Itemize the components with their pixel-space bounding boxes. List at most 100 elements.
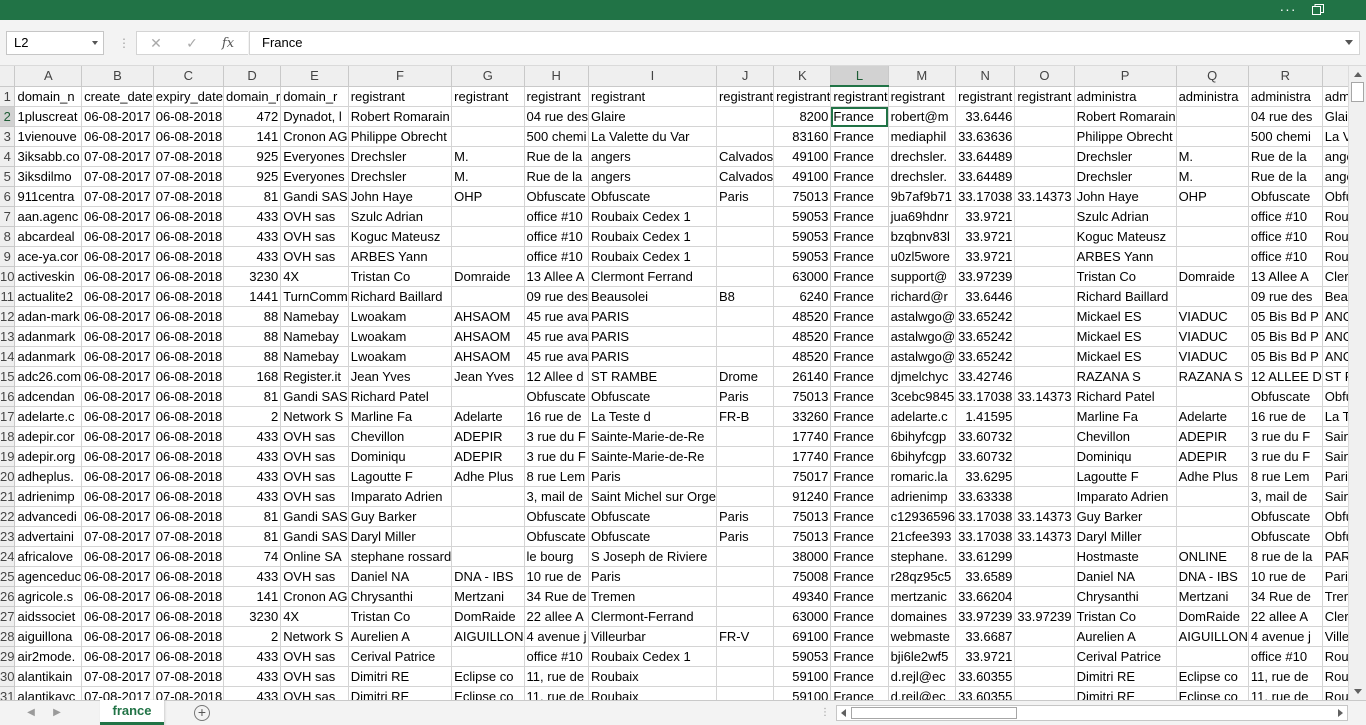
cell[interactable]: Roubaix Cedex 1 <box>1322 226 1348 247</box>
row-header[interactable]: 10 <box>0 266 16 287</box>
cell[interactable]: d.rejl@ec <box>888 686 957 700</box>
row-header[interactable]: 8 <box>0 226 16 247</box>
cell[interactable]: Sainte-Marie-de-Re <box>588 446 717 467</box>
cell[interactable]: John Haye <box>1074 186 1177 207</box>
column-header[interactable]: H <box>524 66 589 87</box>
cell[interactable]: France <box>830 506 889 527</box>
cell[interactable]: Obfuscate <box>1248 386 1323 407</box>
cell[interactable]: Paris <box>588 466 717 487</box>
cell[interactable]: 33.60355 <box>955 686 1016 700</box>
cell[interactable]: 13 Allee A <box>524 266 589 287</box>
column-header[interactable]: N <box>955 66 1016 87</box>
cell[interactable]: 8200 <box>773 106 832 127</box>
cell[interactable]: 8 rue Lem <box>1248 466 1323 487</box>
cell[interactable]: AHSAOM <box>451 326 525 347</box>
cell[interactable]: 33.9721 <box>955 646 1016 667</box>
cell[interactable] <box>1014 146 1075 167</box>
cell[interactable]: France <box>830 226 889 247</box>
cell[interactable]: Paris <box>716 506 775 527</box>
cell[interactable]: France <box>830 526 889 547</box>
cell[interactable]: Roubaix Cedex 1 <box>588 206 717 227</box>
formula-input[interactable]: France <box>249 31 1360 55</box>
cell[interactable]: Paris <box>1322 566 1348 587</box>
cell[interactable]: 06-08-2018 <box>153 446 224 467</box>
cell[interactable]: mertzanic <box>888 586 957 607</box>
row-header[interactable]: 14 <box>0 346 16 367</box>
cell[interactable]: Cronon AG <box>280 126 349 147</box>
cell[interactable]: 433 <box>223 466 282 487</box>
cell[interactable]: administra <box>1074 86 1177 107</box>
cell[interactable]: activeskin <box>14 266 83 287</box>
cell[interactable]: Richard Baillard <box>1074 286 1177 307</box>
cell[interactable]: 07-08-2018 <box>153 166 224 187</box>
cell[interactable]: Obfuscate <box>588 186 717 207</box>
cell[interactable] <box>1014 486 1075 507</box>
cell[interactable]: OVH sas <box>280 426 349 447</box>
cell[interactable]: Koguc Mateusz <box>1074 226 1177 247</box>
cell[interactable]: Gandi SAS <box>280 506 349 527</box>
sheet-tab-france[interactable]: france <box>100 700 164 725</box>
cell[interactable]: 04 rue des <box>524 106 589 127</box>
column-header[interactable]: G <box>451 66 525 87</box>
cell[interactable]: Obfuscate <box>1248 526 1323 547</box>
cell[interactable]: Dominiqu <box>348 446 453 467</box>
cell[interactable]: OHP <box>1176 186 1249 207</box>
cell[interactable]: Marline Fa <box>348 406 453 427</box>
cell[interactable]: Network S <box>280 406 349 427</box>
cell[interactable]: 06-08-2017 <box>81 126 154 147</box>
column-header[interactable]: M <box>888 66 957 87</box>
cell[interactable]: 06-08-2018 <box>153 106 224 127</box>
cell[interactable]: 8 rue Lem <box>524 466 589 487</box>
cell[interactable]: Glaire <box>588 106 717 127</box>
cell[interactable]: 21cfee393 <box>888 526 957 547</box>
cell[interactable]: La Valette du Var <box>588 126 717 147</box>
cell[interactable]: 433 <box>223 446 282 467</box>
cell[interactable]: Sainte-Marie-de-Re <box>1322 446 1348 467</box>
cell[interactable]: 63000 <box>773 266 832 287</box>
next-sheet-icon[interactable]: ▶ <box>50 706 64 720</box>
cell[interactable]: abcardeal <box>14 226 83 247</box>
cell[interactable]: RAZANA S <box>1176 366 1249 387</box>
cell[interactable]: Imparato Adrien <box>348 486 453 507</box>
cell[interactable]: angers <box>588 166 717 187</box>
cell[interactable]: 26140 <box>773 366 832 387</box>
cell[interactable]: OVH sas <box>280 226 349 247</box>
cell[interactable]: alantikayc <box>14 686 83 700</box>
cell[interactable]: Paris <box>588 566 717 587</box>
cell[interactable]: Roubaix Cedex 1 <box>1322 206 1348 227</box>
cell[interactable]: agricole.s <box>14 586 83 607</box>
cell[interactable]: registrant <box>955 86 1016 107</box>
cell[interactable]: 49340 <box>773 586 832 607</box>
cell[interactable]: 45 rue ava <box>524 326 589 347</box>
column-header[interactable]: P <box>1074 66 1177 87</box>
cell[interactable]: Obfuscate <box>524 386 589 407</box>
scroll-right-icon[interactable] <box>1338 709 1343 717</box>
cell[interactable]: 05 Bis Bd P <box>1248 346 1323 367</box>
cell[interactable]: 33.14373 <box>1014 386 1075 407</box>
cell[interactable]: drechsler. <box>888 146 957 167</box>
cell[interactable] <box>716 586 775 607</box>
cell[interactable]: Gandi SAS <box>280 186 349 207</box>
cell[interactable] <box>1176 526 1249 547</box>
cell[interactable] <box>451 546 525 567</box>
column-header[interactable]: F <box>348 66 453 87</box>
column-header[interactable]: D <box>223 66 282 87</box>
cell[interactable]: France <box>830 666 889 687</box>
cell[interactable]: Drechsler <box>1074 146 1177 167</box>
cell[interactable]: 06-08-2018 <box>153 226 224 247</box>
row-header[interactable]: 13 <box>0 326 16 347</box>
cell[interactable] <box>451 206 525 227</box>
cell[interactable]: 09 rue des <box>1248 286 1323 307</box>
cell[interactable]: 07-08-2018 <box>153 526 224 547</box>
row-header[interactable]: 29 <box>0 646 16 667</box>
cell[interactable] <box>451 386 525 407</box>
cell[interactable]: PARIS <box>588 326 717 347</box>
cell[interactable]: 81 <box>223 386 282 407</box>
chevron-down-icon[interactable] <box>92 41 98 45</box>
cell[interactable]: 06-08-2017 <box>81 286 154 307</box>
cell[interactable]: Dimitri RE <box>1074 666 1177 687</box>
cell[interactable]: OVH sas <box>280 466 349 487</box>
cell[interactable]: 06-08-2017 <box>81 506 154 527</box>
column-header[interactable]: L <box>830 66 889 87</box>
cell[interactable]: Obfuscate <box>588 506 717 527</box>
